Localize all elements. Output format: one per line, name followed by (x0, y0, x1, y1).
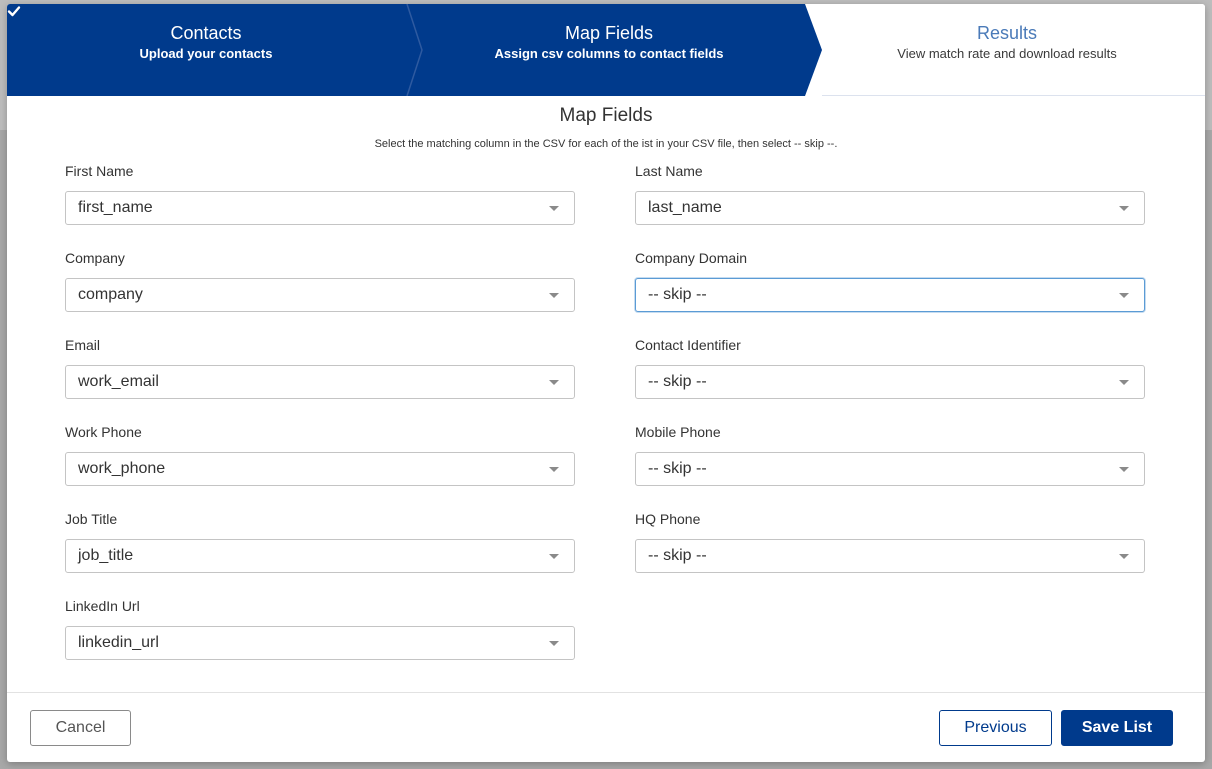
field-label: First Name (65, 163, 134, 179)
caret-down-icon (549, 293, 559, 298)
select-value: -- skip -- (648, 286, 707, 303)
field-hq-phone: HQ Phone -- skip -- (635, 510, 1145, 573)
email-select[interactable]: work_email (65, 365, 575, 399)
field-label: Company Domain (635, 250, 748, 266)
work-phone-select[interactable]: work_phone (65, 452, 575, 486)
job-title-select[interactable]: job_title (65, 539, 575, 573)
select-value: last_name (648, 199, 722, 216)
step-map-fields[interactable]: Map Fields Assign csv columns to contact… (409, 22, 809, 63)
cancel-button[interactable]: Cancel (30, 710, 131, 746)
select-value: -- skip -- (648, 373, 707, 390)
caret-down-icon (549, 641, 559, 646)
field-last-name: Last Name last_name (635, 162, 1145, 225)
step-title: Results (976, 23, 1038, 43)
select-value: -- skip -- (648, 460, 707, 477)
caret-down-icon (1119, 293, 1129, 298)
select-value: job_title (78, 547, 134, 564)
caret-down-icon (549, 554, 559, 559)
field-label: Email (65, 337, 101, 353)
field-label: HQ Phone (635, 511, 701, 527)
mobile-phone-select[interactable]: -- skip -- (635, 452, 1145, 486)
caret-down-icon (1119, 380, 1129, 385)
select-value: work_email (78, 373, 159, 390)
select-value: company (78, 286, 143, 303)
field-label: Job Title (65, 511, 118, 527)
linkedin-url-select[interactable]: linkedin_url (65, 626, 575, 660)
caret-down-icon (549, 467, 559, 472)
field-contact-identifier: Contact Identifier -- skip -- (635, 336, 1145, 399)
save-list-button[interactable]: Save List (1061, 710, 1173, 746)
map-fields-dialog: Contacts Upload your contacts Map Fields… (7, 4, 1205, 762)
field-linkedin-url: LinkedIn Url linkedin_url (65, 597, 575, 660)
field-mobile-phone: Mobile Phone -- skip -- (635, 423, 1145, 486)
field-label: Work Phone (65, 424, 142, 440)
previous-button[interactable]: Previous (939, 710, 1052, 746)
page-title: Map Fields (559, 105, 653, 126)
select-value: first_name (78, 199, 153, 216)
step-title: Map Fields (564, 23, 654, 43)
field-email: Email work_email (65, 336, 575, 399)
progress-stepper: Contacts Upload your contacts Map Fields… (7, 4, 1205, 96)
last-name-select[interactable]: last_name (635, 191, 1145, 225)
checkmark-icon (7, 6, 21, 17)
field-company-domain: Company Domain -- skip -- (635, 249, 1145, 312)
first-name-select[interactable]: first_name (65, 191, 575, 225)
field-company: Company company (65, 249, 575, 312)
field-job-title: Job Title job_title (65, 510, 575, 573)
field-label: Contact Identifier (635, 337, 741, 353)
caret-down-icon (1119, 467, 1129, 472)
field-label: Company (65, 250, 125, 266)
field-work-phone: Work Phone work_phone (65, 423, 575, 486)
step-results[interactable]: Results View match rate and download res… (809, 22, 1205, 63)
field-label: LinkedIn Url (65, 598, 140, 614)
caret-down-icon (1119, 554, 1129, 559)
company-select[interactable]: company (65, 278, 575, 312)
page-instructions: Select the matching column in the CSV fo… (374, 138, 838, 150)
footer-divider (7, 692, 1205, 693)
step-title: Contacts (170, 23, 242, 43)
contact-identifier-select[interactable]: -- skip -- (635, 365, 1145, 399)
field-first-name: First Name first_name (65, 162, 575, 225)
caret-down-icon (549, 206, 559, 211)
step-subtitle: Assign csv columns to contact fields (494, 46, 724, 61)
caret-down-icon (1119, 206, 1129, 211)
hq-phone-select[interactable]: -- skip -- (635, 539, 1145, 573)
step-subtitle: Upload your contacts (139, 46, 273, 61)
caret-down-icon (549, 380, 559, 385)
select-value: linkedin_url (78, 634, 159, 651)
step-subtitle: View match rate and download results (897, 46, 1117, 61)
step-contacts[interactable]: Contacts Upload your contacts (7, 22, 405, 63)
field-label: Mobile Phone (635, 424, 721, 440)
company-domain-select[interactable]: -- skip -- (635, 278, 1145, 312)
field-label: Last Name (635, 163, 703, 179)
select-value: -- skip -- (648, 547, 707, 564)
select-value: work_phone (78, 460, 166, 477)
